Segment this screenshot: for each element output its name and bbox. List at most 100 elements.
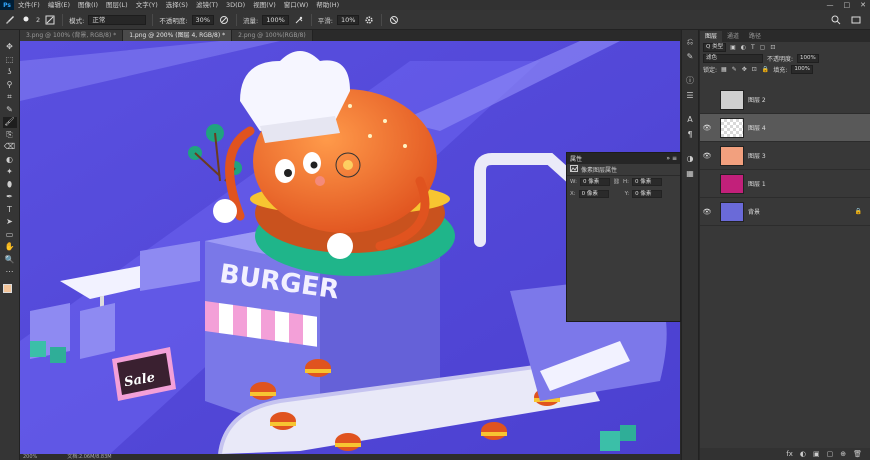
menu-image[interactable]: 图像(I) [74, 0, 102, 10]
quick-select-tool-icon[interactable]: ⚲ [3, 80, 17, 91]
tab-document-2[interactable]: 2.png @ 100%(RGB/8) [232, 30, 313, 41]
trash-icon[interactable]: 🗑 [853, 450, 862, 458]
zoom-tool-icon[interactable]: 🔍 [3, 255, 17, 266]
pressure-size-icon[interactable] [388, 14, 400, 26]
menu-select[interactable]: 选择(S) [162, 0, 192, 10]
layer-row[interactable]: 图层 2 [700, 86, 870, 114]
layer-name[interactable]: 背景 [748, 207, 760, 216]
menu-help[interactable]: 帮助(H) [312, 0, 343, 10]
menu-filter[interactable]: 滤镜(T) [192, 0, 222, 10]
paragraph-icon[interactable]: ¶ [684, 129, 696, 141]
minimize-icon[interactable]: — [827, 0, 834, 10]
layer-blend-mode-select[interactable]: 滤色 [703, 54, 763, 63]
clone-stamp-tool-icon[interactable]: ⎘ [3, 130, 17, 141]
history-icon[interactable]: ⎌ [684, 36, 696, 48]
properties-panel[interactable]: 属性 » ≡ 像素图层属性 W: 0 像素 ⛓ H: 0 像素 X: 0 像素 … [566, 152, 681, 322]
lock-icon[interactable]: 🔒 [855, 208, 862, 215]
layer-opacity-field[interactable]: 100% [797, 54, 819, 63]
properties-header[interactable]: 属性 » ≡ [567, 153, 680, 164]
smoothing-field[interactable]: 10% [337, 14, 360, 25]
menu-file[interactable]: 文件(F) [14, 0, 44, 10]
brush-settings-icon[interactable] [44, 14, 56, 26]
panel-menu-icon[interactable]: » ≡ [666, 155, 677, 162]
tab-document-3[interactable]: 3.png @ 100% (背景, RGB/8) * [20, 30, 124, 41]
opacity-field[interactable]: 30% [191, 14, 214, 25]
gradient-tool-icon[interactable]: ◐ [3, 155, 17, 166]
pressure-opacity-icon[interactable] [218, 14, 230, 26]
menu-window[interactable]: 窗口(W) [280, 0, 313, 10]
menu-layer[interactable]: 图层(L) [102, 0, 132, 10]
airbrush-icon[interactable] [293, 14, 305, 26]
link-icon[interactable]: ⛓ [613, 179, 620, 185]
lock-move-icon[interactable]: ✥ [742, 66, 747, 73]
rectangle-tool-icon[interactable]: ▭ [3, 230, 17, 241]
flow-field[interactable]: 100% [262, 14, 289, 25]
tab-document-1[interactable]: 1.png @ 200% (图层 4, RGB/8) * [123, 30, 233, 41]
lock-all-icon[interactable]: 🔒 [762, 66, 769, 73]
brush-panel-icon[interactable]: ✎ [684, 51, 696, 63]
crop-tool-icon[interactable]: ⌗ [3, 92, 17, 103]
width-field[interactable]: 0 像素 [579, 178, 610, 186]
group-icon[interactable]: ▢ [827, 450, 834, 458]
filter-type-icon[interactable]: T [751, 44, 755, 51]
blur-tool-icon[interactable]: ⬮ [3, 180, 17, 191]
pen-tool-icon[interactable]: ✒ [3, 192, 17, 203]
type-tool-icon[interactable]: T [3, 205, 17, 216]
adjustments-icon[interactable]: ◑ [684, 153, 696, 165]
hand-tool-icon[interactable]: ✋ [3, 242, 17, 253]
eyedropper-tool-icon[interactable]: ✎ [3, 105, 17, 116]
properties-icon[interactable]: ☰ [684, 90, 696, 102]
filter-pixel-icon[interactable]: ▣ [730, 44, 736, 51]
lasso-tool-icon[interactable]: ʖ [3, 67, 17, 78]
gear-icon[interactable] [363, 14, 375, 26]
search-icon[interactable] [830, 14, 842, 26]
foreground-color-swatch[interactable] [2, 283, 12, 293]
filter-smart-icon[interactable]: ⊡ [770, 44, 775, 51]
filter-adjust-icon[interactable]: ◐ [741, 44, 746, 51]
color-swatches[interactable] [2, 283, 17, 298]
menu-view[interactable]: 视图(V) [249, 0, 280, 10]
tab-channels[interactable]: 通道 [722, 31, 744, 42]
layer-row[interactable]: 👁 背景 🔒 [700, 198, 870, 226]
layer-name[interactable]: 图层 4 [748, 123, 766, 132]
lock-paint-icon[interactable]: ✎ [732, 66, 737, 73]
brush-tool-icon[interactable]: 🖌 [2, 117, 17, 128]
layer-name[interactable]: 图层 1 [748, 179, 766, 188]
new-layer-icon[interactable]: ⊕ [840, 450, 846, 458]
character-icon[interactable]: A [684, 114, 696, 126]
marquee-tool-icon[interactable]: ⬚ [3, 55, 17, 66]
tab-paths[interactable]: 路径 [744, 31, 766, 42]
adjustment-layer-icon[interactable]: ◐ [800, 450, 806, 458]
layer-row-selected[interactable]: 👁 图层 4 [700, 114, 870, 142]
zoom-level[interactable]: 200% [23, 454, 37, 460]
tab-layers[interactable]: 图层 [700, 31, 723, 42]
height-field[interactable]: 0 像素 [631, 178, 662, 186]
info-icon[interactable]: ⓘ [684, 75, 696, 87]
dodge-tool-icon[interactable]: ✦ [3, 167, 17, 178]
x-field[interactable]: 0 像素 [578, 190, 609, 198]
brush-tool-icon[interactable] [4, 14, 16, 26]
blend-mode-select[interactable]: 正常 [88, 14, 147, 25]
workspace-icon[interactable] [850, 14, 862, 26]
eye-icon[interactable]: 👁 [700, 208, 714, 216]
eye-icon[interactable]: 👁 [700, 152, 714, 160]
eraser-tool-icon[interactable]: ⌫ [3, 142, 17, 153]
move-tool-icon[interactable]: ✥ [3, 42, 17, 53]
layer-row[interactable]: 👁 图层 3 [700, 142, 870, 170]
layer-row[interactable]: 图层 1 [700, 170, 870, 198]
path-select-tool-icon[interactable]: ➤ [3, 217, 17, 228]
layer-name[interactable]: 图层 2 [748, 95, 766, 104]
lock-transparent-icon[interactable]: ▦ [721, 66, 727, 73]
eye-icon[interactable]: 👁 [700, 124, 714, 132]
brush-preset-icon[interactable] [20, 14, 32, 26]
menu-type[interactable]: 文字(Y) [132, 0, 162, 10]
layer-filter-select[interactable]: Q 类型 [703, 43, 727, 52]
fx-icon[interactable]: fx [786, 450, 793, 458]
menu-edit[interactable]: 编辑(E) [44, 0, 74, 10]
layer-name[interactable]: 图层 3 [748, 151, 766, 160]
maximize-icon[interactable]: □ [844, 0, 851, 10]
more-tools-icon[interactable]: ⋯ [3, 267, 17, 278]
y-field[interactable]: 0 像素 [632, 190, 663, 198]
filter-shape-icon[interactable]: ▢ [760, 44, 766, 51]
fill-field[interactable]: 100% [791, 65, 814, 74]
